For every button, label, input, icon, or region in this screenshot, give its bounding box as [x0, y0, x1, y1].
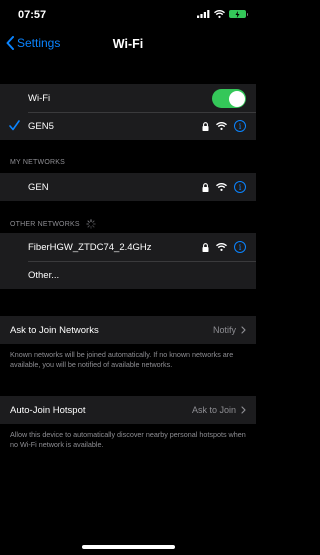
wifi-toggle-row: Wi-Fi: [0, 84, 256, 112]
network-row-fiberhgw[interactable]: FiberHGW_ZTDC74_2.4GHz i: [0, 233, 256, 261]
page-title: Wi-Fi: [112, 37, 144, 51]
checkmark-icon: [9, 120, 20, 131]
wifi-signal-icon: [216, 243, 227, 251]
my-networks-header: MY NETWORKS: [10, 159, 65, 166]
ask-to-join-footer: Known networks will be joined automatica…: [10, 350, 234, 369]
network-row-gen[interactable]: GEN i: [0, 173, 256, 201]
auto-join-hotspot-label: Auto-Join Hotspot: [10, 404, 86, 416]
status-time: 07:57: [18, 9, 47, 21]
info-icon[interactable]: i: [234, 241, 246, 253]
status-icons: [197, 10, 248, 18]
wifi-toggle-group: Wi-Fi GEN5 i: [0, 84, 256, 140]
home-indicator[interactable]: [82, 545, 175, 549]
network-name: FiberHGW_ZTDC74_2.4GHz: [28, 241, 152, 253]
other-networks-header: OTHER NETWORKS: [10, 219, 96, 229]
ask-to-join-label: Ask to Join Networks: [10, 324, 99, 336]
chevron-right-icon: [241, 406, 246, 414]
lock-icon: [202, 182, 209, 192]
lock-icon: [202, 242, 209, 252]
auto-join-hotspot-row[interactable]: Auto-Join Hotspot Ask to Join: [0, 396, 256, 424]
auto-join-hotspot-group: Auto-Join Hotspot Ask to Join: [0, 396, 256, 424]
charging-bolt-icon: [235, 10, 240, 18]
other-network-row[interactable]: Other...: [0, 261, 256, 289]
ask-to-join-group: Ask to Join Networks Notify: [0, 316, 256, 344]
wifi-toggle-label: Wi-Fi: [28, 92, 51, 104]
auto-join-hotspot-footer: Allow this device to automatically disco…: [10, 430, 246, 449]
navigation-bar: Settings Wi-Fi: [0, 34, 256, 56]
network-name: GEN: [28, 181, 49, 193]
connected-network-name: GEN5: [28, 120, 54, 132]
wifi-toggle-switch[interactable]: [212, 89, 246, 108]
connected-network-row[interactable]: GEN5 i: [0, 112, 256, 140]
cellular-signal-icon: [197, 10, 210, 18]
info-icon[interactable]: i: [234, 120, 246, 132]
other-networks-header-label: OTHER NETWORKS: [10, 220, 80, 228]
loading-spinner-icon: [86, 219, 96, 229]
wifi-signal-icon: [216, 183, 227, 191]
lock-icon: [202, 121, 209, 131]
ask-to-join-value: Notify: [212, 325, 236, 335]
status-bar: 07:57: [0, 0, 256, 30]
ask-to-join-row[interactable]: Ask to Join Networks Notify: [0, 316, 256, 344]
chevron-right-icon: [241, 326, 246, 334]
wifi-signal-icon: [216, 122, 227, 130]
other-network-label: Other...: [28, 269, 60, 281]
wifi-status-icon: [214, 10, 225, 18]
battery-icon: [229, 10, 248, 18]
my-networks-group: GEN i: [0, 173, 256, 201]
info-icon[interactable]: i: [234, 181, 246, 193]
other-networks-group: FiberHGW_ZTDC74_2.4GHz i Other...: [0, 233, 256, 289]
auto-join-hotspot-value: Ask to Join: [191, 405, 236, 415]
